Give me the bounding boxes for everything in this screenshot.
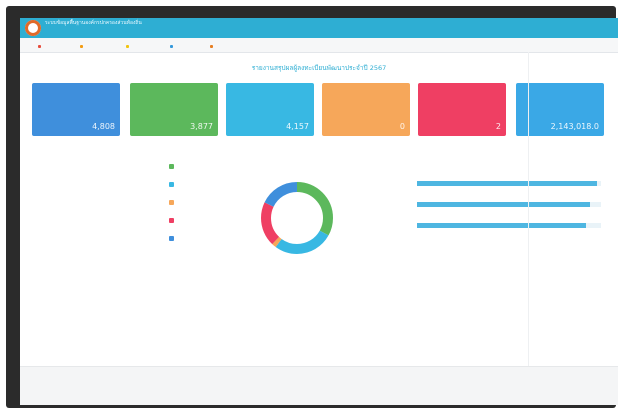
nav-item-1[interactable] — [38, 43, 42, 48]
monitor-frame: ระบบข้อมูลพื้นฐานองค์กรปกครองส่วนท้องถิ่… — [6, 6, 618, 408]
stat-card-value: 3,877 — [190, 122, 213, 131]
progress-bar-fill — [417, 223, 587, 228]
nav-item-icon — [170, 44, 173, 48]
stat-card-value: 2 — [495, 122, 501, 131]
stat-card-6[interactable]: 2,143,018.0 — [516, 83, 604, 136]
nav-item-icon — [126, 44, 129, 48]
progress-bar-fill — [417, 202, 590, 207]
stat-card-3[interactable]: 4,157 — [226, 83, 314, 136]
legend-item — [106, 200, 216, 208]
legend-color-swatch-icon — [169, 236, 174, 241]
stat-card-value: 4,157 — [286, 122, 309, 131]
stat-card-1[interactable]: 4,808 — [32, 83, 120, 136]
legend-color-swatch-icon — [169, 164, 174, 169]
nav-item-2[interactable] — [80, 43, 84, 48]
stat-card-5[interactable]: 2 — [418, 83, 506, 136]
stat-card-4[interactable]: 0 — [322, 83, 410, 136]
legend-color-swatch-icon — [169, 182, 174, 187]
nav-item-3[interactable] — [126, 43, 130, 48]
legend-item — [106, 218, 216, 226]
organization-logo-icon[interactable] — [25, 20, 41, 36]
nav-item-icon — [80, 44, 83, 48]
legend-color-swatch-icon — [169, 200, 174, 205]
nav-item-4[interactable] — [170, 43, 174, 48]
brand-title[interactable]: ระบบข้อมูลพื้นฐานองค์กรปกครองส่วนท้องถิ่… — [45, 20, 142, 27]
vertical-divider — [528, 52, 529, 366]
browser-screen: ระบบข้อมูลพื้นฐานองค์กรปกครองส่วนท้องถิ่… — [20, 18, 618, 405]
stat-card-value: 4,808 — [92, 122, 115, 131]
legend-item — [106, 164, 216, 172]
legend-color-swatch-icon — [169, 218, 174, 223]
top-header-bar: ระบบข้อมูลพื้นฐานองค์กรปกครองส่วนท้องถิ่… — [20, 18, 618, 38]
stat-card-value: 2,143,018.0 — [550, 122, 599, 131]
donut-chart[interactable] — [252, 173, 342, 263]
nav-item-5[interactable] — [210, 43, 214, 48]
main-nav — [20, 38, 618, 53]
progress-bar — [417, 181, 601, 186]
progress-bar — [417, 202, 601, 207]
brand-line-1: ระบบข้อมูลพื้นฐานองค์กรปกครองส่วนท้องถิ่… — [45, 20, 142, 26]
page-footer — [20, 366, 618, 405]
stat-card-2[interactable]: 3,877 — [130, 83, 218, 136]
progress-bar-fill — [417, 181, 598, 186]
nav-item-icon — [210, 44, 213, 48]
legend-item — [106, 236, 216, 244]
nav-item-icon — [38, 44, 41, 48]
progress-bar — [417, 223, 601, 228]
stat-card-value: 0 — [399, 122, 405, 131]
legend-item — [106, 182, 216, 190]
